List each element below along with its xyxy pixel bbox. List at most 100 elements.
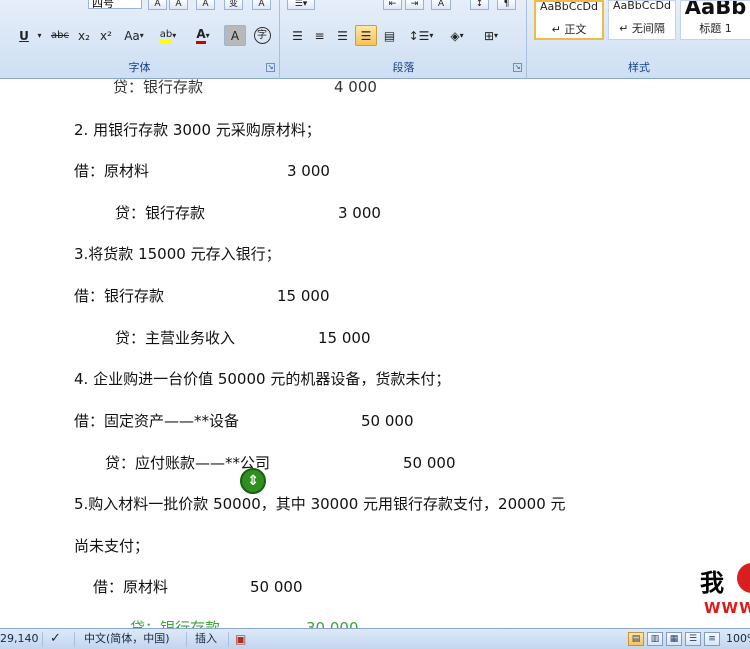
doc-line-3-amount: 3 000 — [287, 162, 330, 180]
web-layout-view-button[interactable]: ▦ — [666, 632, 682, 646]
font-size-select[interactable]: 四号 — [88, 0, 142, 9]
subscript-icon: x₂ — [78, 28, 90, 43]
char-border-button[interactable]: A — [252, 0, 271, 10]
align-center-button[interactable]: ≡ — [309, 25, 330, 46]
style-no-spacing-sample: AaBbCcDd — [613, 1, 671, 12]
bullets-button[interactable]: ☰▾ — [287, 0, 315, 10]
doc-line-7-text: 贷：主营业务收入 — [115, 329, 236, 347]
superscript-icon: x² — [100, 28, 112, 43]
paragraph-dialog-launcher[interactable]: ↘ — [513, 63, 522, 72]
align-left-icon: ☰ — [292, 28, 303, 43]
watermark-badge-icon — [737, 563, 750, 593]
watermark-url: WWW — [704, 599, 750, 617]
clear-format-button[interactable]: A — [196, 0, 215, 10]
font-dialog-launcher[interactable]: ↘ — [266, 63, 275, 72]
text-direction-button[interactable]: A — [431, 0, 451, 10]
distributed-button[interactable]: ▤ — [379, 25, 400, 46]
strikethrough-button[interactable]: abc — [48, 25, 72, 46]
style-heading-1-sample: AaBb — [684, 1, 747, 16]
styles-group: AaBbCcDd ↵ 正文 AaBbCcDd ↵ 无间隔 AaBb 标题 1 样… — [528, 0, 750, 79]
doc-line-11: 5.购入材料一批价款 50000，其中 30000 元用银行存款支付，20000… — [74, 495, 566, 513]
line-spacing-button[interactable]: ↕☰ ▾ — [405, 25, 437, 46]
decrease-indent-button[interactable]: ⇤ — [383, 0, 402, 10]
sort-button[interactable]: ↕ — [470, 0, 489, 10]
status-separator — [42, 632, 43, 647]
doc-line-14-amount: 30 000 — [306, 619, 359, 628]
status-bar: 29,140 ✓ 中文(简体，中国) 插入 ▣ ▤ ▥ ▦ ☰ ≡ 100% — [0, 628, 750, 649]
paragraph-group-label: 段落 — [392, 61, 415, 74]
style-heading-1[interactable]: AaBb 标题 1 — [680, 0, 750, 40]
doc-line-9-text: 借：固定资产——**设备 — [74, 412, 240, 430]
doc-line-12: 尚未支付； — [74, 537, 150, 555]
enclose-char-button[interactable]: 字 — [251, 25, 273, 46]
doc-line-2: 2. 用银行存款 3000 元采购原材料； — [74, 121, 321, 139]
styles-group-label: 样式 — [628, 61, 650, 74]
doc-line-13-amount: 50 000 — [250, 578, 303, 596]
word-window: 四号 A A A 变 A U ▾ abc x₂ x² Aa ▾ ab ▾ A ▾… — [0, 0, 750, 649]
paragraph-group: ☰▾ ⇤ ⇥ A ↕ ¶ ☰ ≡ ☰ ☰ ▤ ↕☰ ▾ ◈ ▾ ⊞ ▾ 段落 ↘ — [281, 0, 527, 79]
shrink-font-button[interactable]: A — [169, 0, 188, 10]
zoom-level[interactable]: 100% — [726, 629, 750, 649]
style-normal[interactable]: AaBbCcDd ↵ 正文 — [534, 0, 604, 40]
increase-indent-button[interactable]: ⇥ — [405, 0, 424, 10]
word-count[interactable]: 29,140 — [0, 629, 39, 649]
style-no-spacing-name: ↵ 无间隔 — [619, 22, 665, 35]
shading-button[interactable]: ◈ ▾ — [441, 25, 473, 46]
outline-view-button[interactable]: ☰ — [685, 632, 701, 646]
show-marks-button[interactable]: ¶ — [497, 0, 516, 10]
phonetic-guide-button[interactable]: 变 — [224, 0, 243, 10]
insert-mode-indicator[interactable]: 插入 — [195, 629, 217, 649]
status-separator — [228, 632, 229, 647]
watermark-text: 我 — [700, 568, 724, 597]
font-group: 四号 A A A 变 A U ▾ abc x₂ x² Aa ▾ ab ▾ A ▾… — [0, 0, 280, 79]
grow-font-button[interactable]: A — [148, 0, 167, 10]
highlight-icon: ab — [159, 29, 173, 43]
justify-button[interactable]: ☰ — [355, 25, 377, 46]
move-cursor-icon: ⇕ — [240, 468, 266, 494]
align-right-icon: ☰ — [337, 28, 348, 43]
font-color-icon: A — [196, 27, 206, 44]
style-normal-name: ↵ 正文 — [551, 23, 587, 36]
doc-line-1-amount: 4 000 — [334, 79, 377, 96]
doc-line-6-text: 借：银行存款 — [74, 287, 165, 305]
line-spacing-icon: ↕☰ — [408, 28, 430, 43]
watermark-logo: 我 WWW — [700, 563, 750, 623]
distributed-icon: ▤ — [383, 28, 396, 43]
doc-line-4-text: 贷：银行存款 — [115, 204, 206, 222]
document-page[interactable]: 贷：银行存款 4 000 2. 用银行存款 3000 元采购原材料； 借：原材料… — [0, 79, 750, 628]
language-indicator[interactable]: 中文(简体，中国) — [84, 629, 170, 649]
justify-icon: ☰ — [360, 28, 372, 43]
align-right-button[interactable]: ☰ — [332, 25, 353, 46]
doc-line-1-text: 贷：银行存款 — [113, 79, 204, 96]
doc-line-3-text: 借：原材料 — [74, 162, 150, 180]
underline-button[interactable]: U — [14, 25, 34, 46]
style-no-spacing[interactable]: AaBbCcDd ↵ 无间隔 — [608, 0, 676, 40]
char-shading-button[interactable]: A — [224, 25, 246, 46]
underline-icon: U — [19, 28, 29, 43]
borders-button[interactable]: ⊞ ▾ — [476, 25, 506, 46]
doc-line-9-amount: 50 000 — [361, 412, 414, 430]
change-case-icon: Aa — [124, 28, 140, 43]
font-color-button[interactable]: A ▾ — [188, 25, 218, 46]
doc-line-6-amount: 15 000 — [277, 287, 330, 305]
doc-line-4-amount: 3 000 — [338, 204, 381, 222]
align-left-button[interactable]: ☰ — [287, 25, 308, 46]
highlight-button[interactable]: ab ▾ — [152, 25, 184, 46]
draft-view-button[interactable]: ≡ — [704, 632, 720, 646]
subscript-button[interactable]: x₂ — [74, 25, 94, 46]
doc-line-14-text: 贷：银行存款 — [130, 619, 221, 628]
reading-view-button[interactable]: ▥ — [647, 632, 663, 646]
superscript-button[interactable]: x² — [96, 25, 116, 46]
doc-line-5: 3.将货款 15000 元存入银行； — [74, 245, 281, 263]
doc-line-7-amount: 15 000 — [318, 329, 371, 347]
macro-record-icon[interactable]: ▣ — [235, 629, 246, 649]
font-group-label: 字体 — [128, 61, 151, 74]
status-separator — [74, 632, 75, 647]
status-separator — [186, 632, 187, 647]
borders-icon: ⊞ — [483, 28, 495, 43]
print-layout-view-button[interactable]: ▤ — [628, 632, 644, 646]
doc-line-8: 4. 企业购进一台价值 50000 元的机器设备，货款未付； — [74, 370, 451, 388]
change-case-button[interactable]: Aa ▾ — [120, 25, 148, 46]
proofing-icon[interactable]: ✓ — [50, 629, 61, 649]
underline-dropdown[interactable]: ▾ — [34, 25, 45, 46]
